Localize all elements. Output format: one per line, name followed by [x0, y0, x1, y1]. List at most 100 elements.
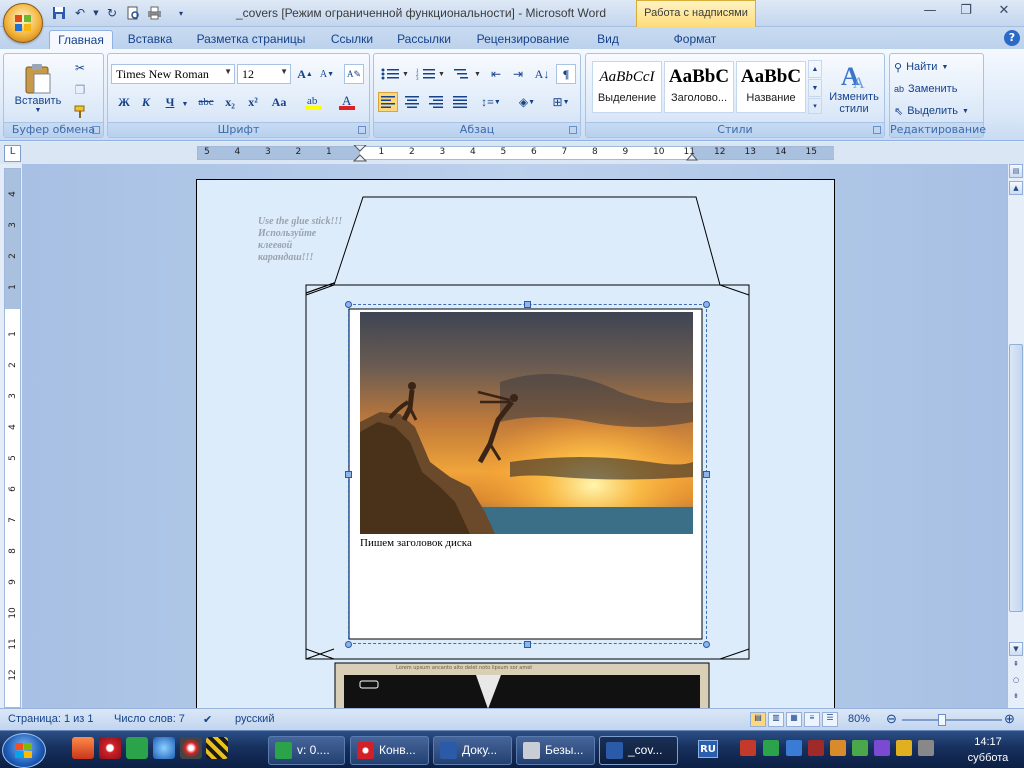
cut-icon[interactable]: ✂: [70, 58, 90, 78]
vertical-ruler[interactable]: 4 3 2 1 1 2 3 4 5 6 7 8 9 10 11 12: [4, 168, 21, 708]
line-spacing-icon[interactable]: ↕≡ ▼: [476, 92, 506, 112]
resize-handle[interactable]: [345, 641, 352, 648]
tray-icon[interactable]: [830, 740, 846, 756]
change-styles-button[interactable]: AA Изменить стили: [824, 56, 884, 120]
change-case-button[interactable]: Aa: [266, 92, 292, 112]
tab-home[interactable]: Главная: [49, 30, 113, 49]
align-left-icon[interactable]: [378, 92, 398, 112]
undo-icon[interactable]: ↶: [71, 4, 89, 22]
resize-handle[interactable]: [524, 301, 531, 308]
tab-view[interactable]: Вид: [588, 30, 628, 49]
tab-mailings[interactable]: Рассылки: [390, 30, 458, 49]
tray-icon[interactable]: [896, 740, 912, 756]
borders-icon[interactable]: ⊞ ▼: [546, 92, 576, 112]
style-title[interactable]: AaBbC Название: [736, 61, 806, 113]
redo-icon[interactable]: ↻: [103, 4, 121, 22]
superscript-button[interactable]: x²: [243, 92, 263, 112]
print-layout-view-icon[interactable]: ▤: [750, 712, 766, 727]
format-painter-icon[interactable]: [70, 102, 90, 122]
font-name-combo[interactable]: Times New Roman ▼: [111, 64, 235, 84]
paragraph-launcher-icon[interactable]: [569, 126, 577, 134]
volume-icon[interactable]: [918, 740, 934, 756]
font-color-icon[interactable]: A: [334, 92, 360, 112]
taskbar-task[interactable]: Конв...: [350, 736, 429, 765]
resize-handle[interactable]: [703, 641, 710, 648]
align-right-icon[interactable]: [426, 92, 446, 112]
language-bar[interactable]: RU: [698, 740, 718, 758]
shrink-font-button[interactable]: A ▼: [317, 64, 337, 84]
outline-view-icon[interactable]: ≡: [804, 712, 820, 727]
previous-page-icon[interactable]: ⇞: [1009, 658, 1023, 672]
clear-formatting-icon[interactable]: A✎: [344, 64, 364, 84]
clipboard-launcher-icon[interactable]: [92, 126, 100, 134]
clock[interactable]: 14:17 суббота: [952, 734, 1024, 766]
styles-more-icon[interactable]: ▾: [808, 98, 822, 114]
media-icon[interactable]: [180, 737, 202, 759]
print-icon[interactable]: [145, 4, 163, 22]
quicklaunch-icon[interactable]: [72, 737, 94, 759]
opera-icon[interactable]: [99, 737, 121, 759]
find-button[interactable]: ⚲ Найти ▼: [894, 58, 948, 76]
taskbar-task[interactable]: _cov...: [599, 736, 678, 765]
underline-dropdown-icon[interactable]: ▼: [180, 94, 190, 114]
undo-dropdown-icon[interactable]: ▼: [92, 4, 100, 22]
numbering-icon[interactable]: 1 2 3 ▼: [414, 64, 446, 84]
tray-icon[interactable]: [852, 740, 868, 756]
tab-format[interactable]: Формат: [664, 30, 726, 49]
multilevel-list-icon[interactable]: ▼: [450, 64, 482, 84]
styles-launcher-icon[interactable]: [873, 126, 881, 134]
grow-font-button[interactable]: A ▲: [295, 64, 315, 84]
print-preview-icon[interactable]: [124, 4, 142, 22]
full-screen-reading-icon[interactable]: ▥: [768, 712, 784, 727]
decrease-indent-icon[interactable]: ⇤: [486, 64, 506, 84]
bullets-icon[interactable]: ▼: [378, 64, 410, 84]
style-emphasis[interactable]: AaBbCcI Выделение: [592, 61, 662, 113]
resize-handle[interactable]: [703, 301, 710, 308]
underline-button[interactable]: Ч: [160, 92, 180, 112]
zoom-in-icon[interactable]: ⊕: [1004, 711, 1015, 727]
draft-view-icon[interactable]: ☰: [822, 712, 838, 727]
save-icon[interactable]: [50, 4, 68, 22]
style-heading[interactable]: AaBbC Заголово...: [664, 61, 734, 113]
horizontal-ruler[interactable]: 5 4 3 2 1 1 2 3 4 5 6 7 8 9 10 11 12 13 14 15: [197, 145, 834, 163]
resize-handle[interactable]: [345, 471, 352, 478]
resize-handle[interactable]: [703, 471, 710, 478]
page-count[interactable]: Страница: 1 из 1: [8, 713, 94, 725]
language-indicator[interactable]: русский: [235, 713, 274, 725]
spellcheck-icon[interactable]: ✔: [203, 713, 212, 726]
bold-button[interactable]: Ж: [114, 92, 134, 112]
styles-scroll-down-icon[interactable]: ▼: [808, 79, 822, 97]
tab-selector-icon[interactable]: L: [4, 145, 21, 162]
tray-icon[interactable]: [786, 740, 802, 756]
vertical-scrollbar[interactable]: ▤ ▲ ▼ ⇞ ○ ⇟: [1007, 164, 1024, 708]
replace-button[interactable]: ab Заменить: [894, 80, 957, 98]
next-page-icon[interactable]: ⇟: [1009, 690, 1023, 704]
highlight-icon[interactable]: ab: [301, 92, 327, 112]
customize-qat-icon[interactable]: ▾: [174, 4, 188, 22]
scroll-down-icon[interactable]: ▼: [1009, 642, 1023, 656]
strikethrough-button[interactable]: abc: [194, 92, 218, 112]
indent-marker-icon[interactable]: [353, 145, 367, 163]
tray-icon[interactable]: [874, 740, 890, 756]
tab-insert[interactable]: Вставка: [121, 30, 179, 49]
italic-button[interactable]: К: [136, 92, 156, 112]
align-center-icon[interactable]: [402, 92, 422, 112]
tab-page-layout[interactable]: Разметка страницы: [192, 30, 310, 49]
app-icon[interactable]: [206, 737, 228, 759]
taskbar-task[interactable]: Безы...: [516, 736, 595, 765]
taskbar-task[interactable]: Доку...: [433, 736, 512, 765]
styles-scroll-up-icon[interactable]: ▲: [808, 60, 822, 78]
justify-icon[interactable]: [450, 92, 470, 112]
taskbar-task[interactable]: v: 0....: [268, 736, 345, 765]
minimize-button[interactable]: —: [918, 3, 942, 21]
ruler-toggle-icon[interactable]: ▤: [1009, 164, 1023, 178]
tray-icon[interactable]: [808, 740, 824, 756]
select-browse-object-icon[interactable]: ○: [1009, 674, 1023, 688]
resize-handle[interactable]: [345, 301, 352, 308]
zoom-out-icon[interactable]: ⊖: [886, 711, 897, 727]
scroll-up-icon[interactable]: ▲: [1009, 181, 1023, 195]
zoom-slider-thumb[interactable]: [937, 714, 946, 726]
web-layout-icon[interactable]: ▦: [786, 712, 802, 727]
select-button[interactable]: ⇖ Выделить ▼: [894, 102, 969, 120]
help-icon[interactable]: ?: [1004, 30, 1020, 46]
